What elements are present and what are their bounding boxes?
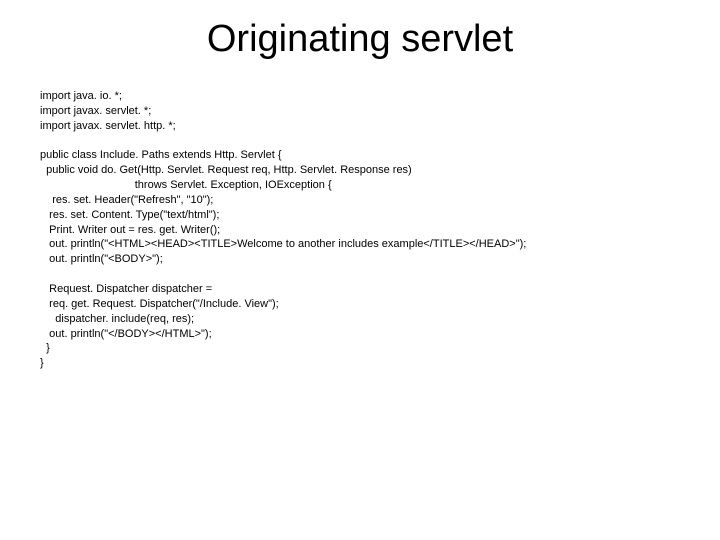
- code-block: import java. io. *; import javax. servle…: [40, 89, 680, 371]
- slide-title: Originating servlet: [40, 18, 680, 61]
- slide-container: Originating servlet import java. io. *; …: [0, 0, 720, 391]
